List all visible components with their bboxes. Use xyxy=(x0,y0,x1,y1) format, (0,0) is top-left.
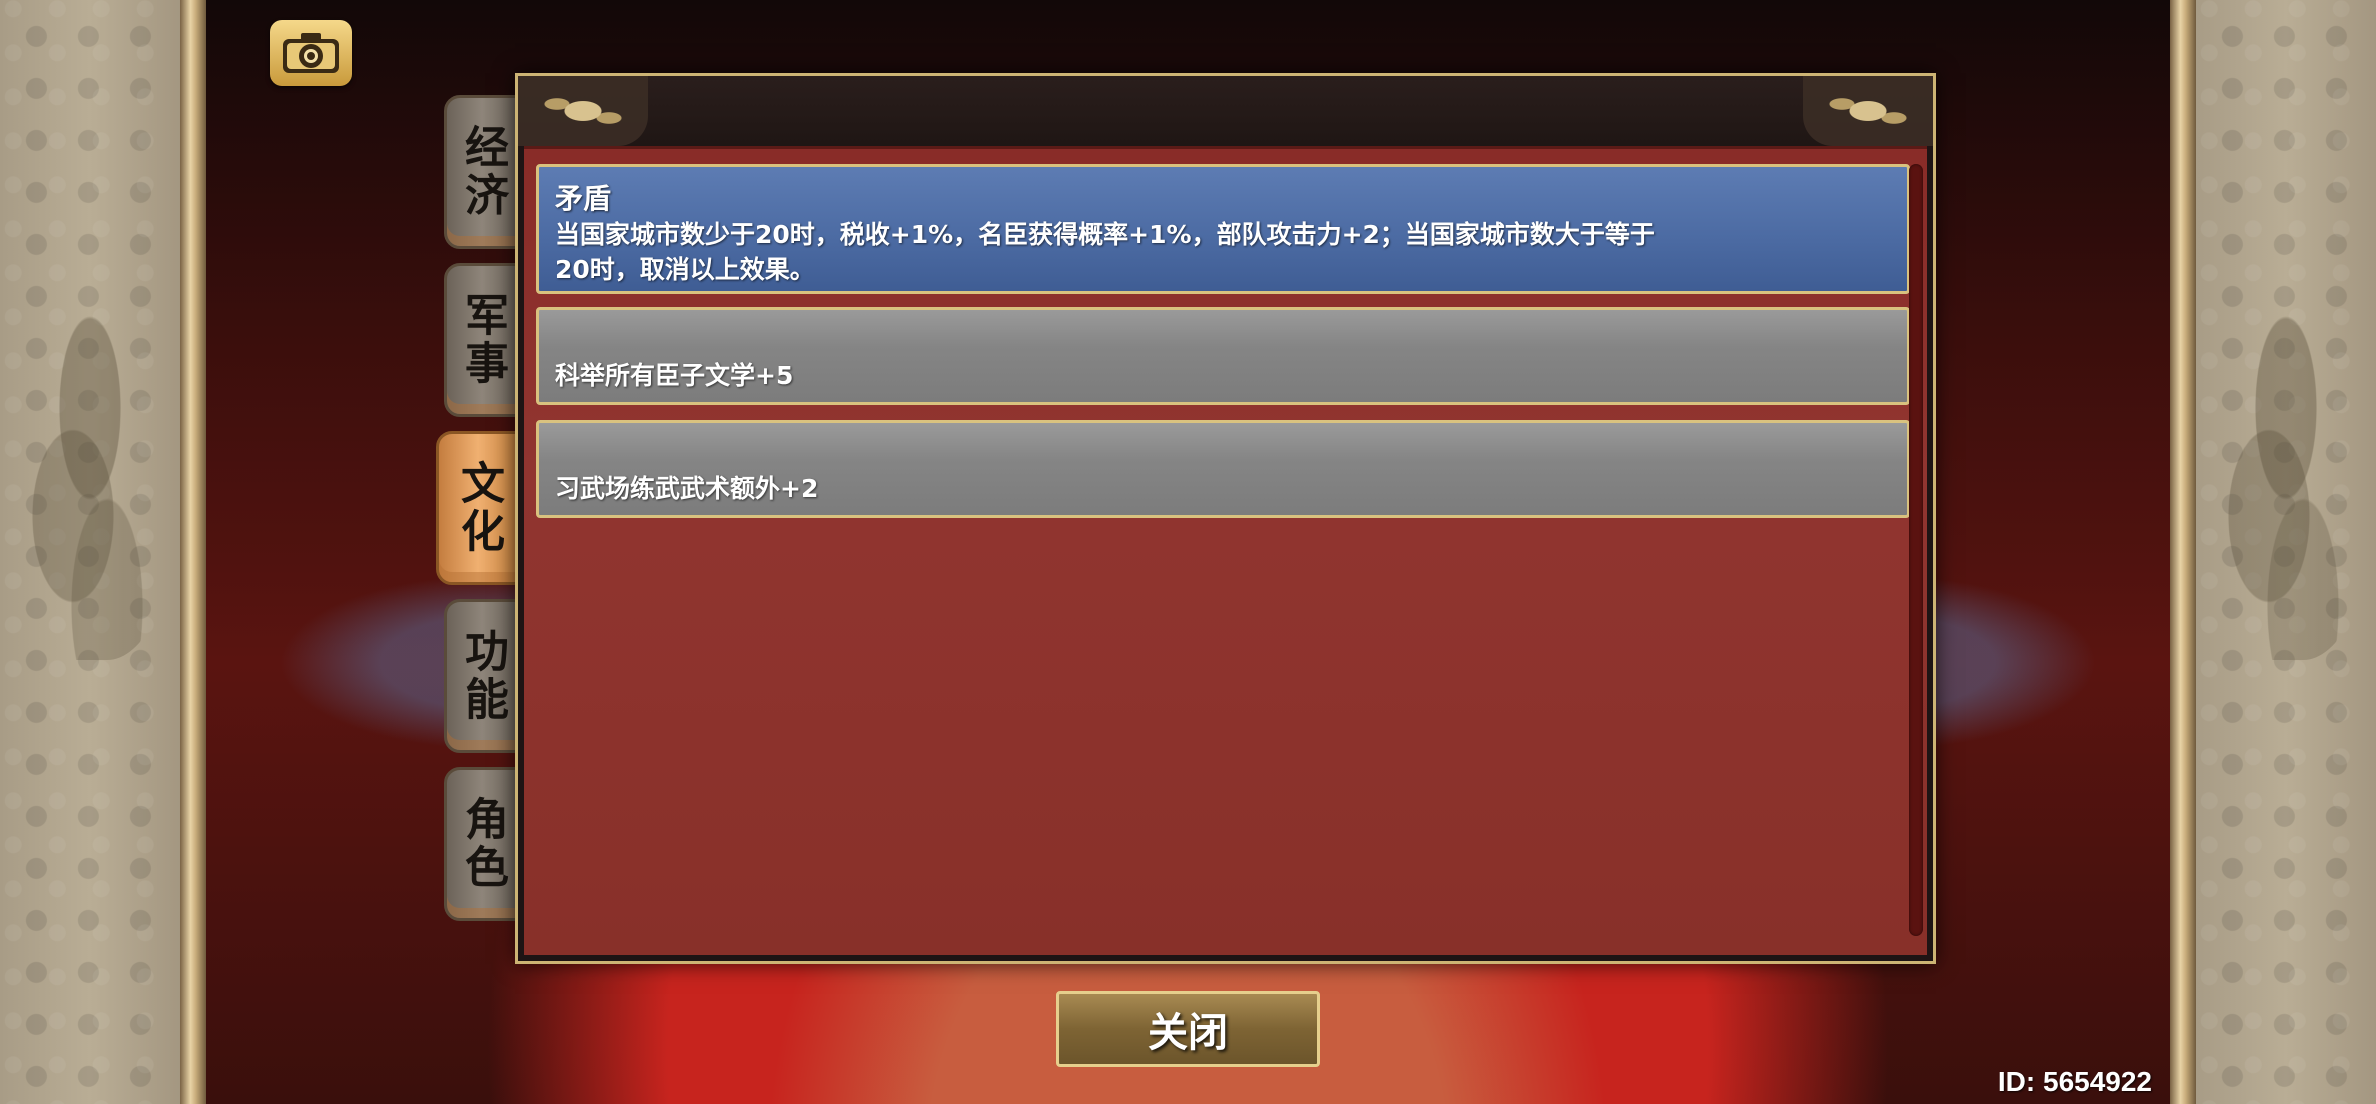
close-button[interactable]: 关闭 xyxy=(1056,991,1320,1067)
dragon-pattern xyxy=(2201,300,2371,660)
policy-dialog: 矛盾 当国家城市数少于20时，税收+1%，名臣获得概率+1%，部队攻击力+2；当… xyxy=(515,73,1936,964)
screenshot-button[interactable] xyxy=(270,20,352,86)
tab-military[interactable]: 军事 xyxy=(444,263,520,417)
dragon-ornament-icon xyxy=(518,76,648,146)
list-item-selected[interactable]: 矛盾 当国家城市数少于20时，税收+1%，名臣获得概率+1%，部队攻击力+2；当… xyxy=(536,164,1910,294)
player-id: ID: 5654922 xyxy=(1997,1066,2152,1097)
left-frame-bar xyxy=(180,0,206,1104)
item-title: 矛盾 xyxy=(555,182,612,215)
item-description: 当国家城市数少于20时，税收+1%，名臣获得概率+1%，部队攻击力+2；当国家城… xyxy=(555,220,1655,284)
item-description: 科举所有臣子文学+5 xyxy=(555,361,794,390)
dragon-ornament-icon xyxy=(1803,76,1933,146)
list-item[interactable]: 习武场练武武术额外+2 xyxy=(536,420,1910,518)
dialog-header xyxy=(518,76,1933,146)
right-ornament-panel xyxy=(2196,0,2376,1104)
item-description: 习武场练武武术额外+2 xyxy=(555,474,819,503)
tab-culture[interactable]: 文化 xyxy=(436,431,520,585)
list-scrollbar[interactable] xyxy=(1909,164,1923,936)
camera-icon xyxy=(283,33,339,73)
policy-list: 矛盾 当国家城市数少于20时，税收+1%，名臣获得概率+1%，部队攻击力+2；当… xyxy=(524,146,1927,955)
right-frame-bar xyxy=(2170,0,2196,1104)
tab-character[interactable]: 角色 xyxy=(444,767,520,921)
tab-function[interactable]: 功能 xyxy=(444,599,520,753)
tab-economy[interactable]: 经济 xyxy=(444,95,520,249)
dragon-pattern xyxy=(5,300,175,660)
left-ornament-panel xyxy=(0,0,180,1104)
list-item[interactable]: 科举所有臣子文学+5 xyxy=(536,307,1910,405)
